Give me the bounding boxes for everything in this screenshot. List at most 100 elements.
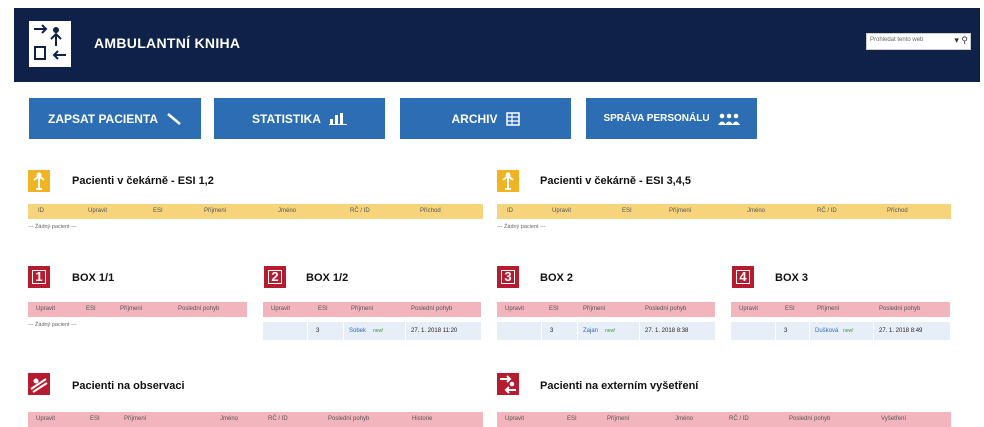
archiv-label: ARCHIV [451, 111, 498, 126]
col-esi: ESI [622, 208, 632, 214]
row-name-link[interactable]: Dušková [815, 328, 838, 334]
col-posledni-pohyb: Poslední pohyb [789, 416, 831, 422]
col-esi: ESI [86, 306, 96, 312]
sprava-personalu-label: SPRÁVA PERSONÁLU [603, 113, 710, 124]
col-esi: ESI [785, 306, 795, 312]
box-number: 2 [271, 269, 279, 284]
waiting-esi12-title: Pacienti v čekárně - ESI 1,2 [72, 175, 214, 187]
external-header: Upravit ESI Příjmení Jméno RČ / ID Posle… [497, 412, 951, 427]
col-upravit: Upravit [552, 208, 572, 214]
box-number: 1 [35, 269, 43, 284]
row-esi: 3 [784, 328, 788, 334]
sprava-personalu-button[interactable]: SPRÁVA PERSONÁLU [586, 98, 757, 139]
observation-header: Upravit ESI Příjmení Jméno RČ / ID Posle… [28, 412, 483, 427]
top-header: AMBULANTNÍ KNIHA Prohledat tento web ▾ ⚲ [14, 8, 980, 82]
search-icon[interactable]: ▾ ⚲ [954, 35, 968, 46]
cell-separator [809, 322, 810, 340]
bed-icon [28, 373, 50, 395]
table-row[interactable]: 3 Zajan new! 27. 1. 2018 8:38 [497, 322, 715, 340]
col-rc: RČ / ID [268, 416, 288, 422]
col-jmeno: Jméno [747, 208, 766, 214]
col-prijmeni: Příjmení [817, 306, 840, 312]
box-1-1-empty: --- Žádný pacient --- [28, 322, 77, 328]
row-name-link[interactable]: Zajan [583, 328, 598, 334]
col-prijmeni: Příjmení [124, 416, 147, 422]
col-posledni-pohyb: Poslední pohyb [328, 416, 370, 422]
archiv-button[interactable]: ARCHIV [400, 98, 571, 139]
app-logo-icon[interactable] [28, 20, 72, 68]
row-time: 27. 1. 2018 8:38 [645, 328, 689, 334]
box-3-header: Upravit ESI Příjmení Poslední pohyb [731, 302, 950, 317]
arrow-up-person-icon [28, 170, 50, 192]
statistika-button[interactable]: STATISTIKA [214, 98, 385, 139]
col-prichod: Příchod [420, 208, 441, 214]
col-prijmeni: Příjmení [669, 208, 692, 214]
col-esi: ESI [90, 416, 100, 422]
box-2-header: Upravit ESI Příjmení Poslední pohyb [497, 302, 715, 317]
box-1-1-header: Upravit ESI Příjmení Poslední pohyb [28, 302, 247, 317]
cell-separator [343, 322, 344, 340]
cell-separator [873, 322, 874, 340]
col-upravit: Upravit [36, 416, 56, 422]
transfer-icon [497, 373, 519, 395]
pen-icon [167, 112, 181, 125]
cell-separator [541, 322, 542, 340]
row-esi: 3 [316, 328, 320, 334]
col-prijmeni: Příjmení [607, 416, 630, 422]
col-jmeno: Jméno [220, 416, 239, 422]
col-posledni-pohyb: Poslední pohyb [879, 306, 921, 312]
box-1-2-header: Upravit ESI Příjmení Poslední pohyb [263, 302, 481, 317]
col-upravit: Upravit [739, 306, 759, 312]
col-esi: ESI [549, 306, 559, 312]
col-posledni-pohyb: Poslední pohyb [645, 306, 687, 312]
col-id: ID [507, 208, 513, 214]
waiting-esi12-empty: --- Žádný pacient --- [28, 224, 77, 230]
people-icon [717, 113, 740, 125]
col-rc: RČ / ID [817, 208, 837, 214]
observation-title: Pacienti na observaci [72, 380, 185, 392]
col-posledni-pohyb: Poslední pohyb [178, 306, 220, 312]
row-name-link[interactable]: Sobek [349, 328, 366, 334]
zapsat-pacienta-label: ZAPSAT PACIENTA [48, 111, 158, 126]
new-badge: new! [843, 328, 854, 334]
col-id: ID [38, 208, 44, 214]
col-prijmeni: Příjmení [351, 306, 374, 312]
row-esi: 3 [550, 328, 554, 334]
table-row[interactable]: 3 Sobek new! 27. 1. 2018 11:20 [263, 322, 481, 340]
row-time: 27. 1. 2018 8:49 [879, 328, 923, 334]
col-upravit: Upravit [271, 306, 291, 312]
col-prichod: Příchod [887, 208, 908, 214]
waiting-esi12-header: ID Upravit ESI Příjmení Jméno RČ / ID Př… [28, 204, 483, 219]
search-placeholder: Prohledat tento web [870, 37, 924, 43]
col-esi: ESI [153, 208, 163, 214]
col-prijmeni: Příjmení [204, 208, 227, 214]
box-number-icon: 1 [28, 266, 50, 288]
box-number-icon: 4 [732, 266, 754, 288]
statistika-label: STATISTIKA [252, 111, 321, 126]
zapsat-pacienta-button[interactable]: ZAPSAT PACIENTA [29, 98, 201, 139]
box-number-icon: 3 [497, 266, 519, 288]
box-number: 3 [504, 269, 512, 284]
grid-icon [505, 111, 520, 126]
col-esi: ESI [318, 306, 328, 312]
waiting-esi345-empty: --- Žádný pacient --- [497, 224, 546, 230]
cell-separator [639, 322, 640, 340]
col-jmeno: Jméno [675, 416, 694, 422]
col-esi: ESI [567, 416, 577, 422]
box-number: 4 [739, 269, 747, 284]
new-badge: new! [605, 328, 616, 334]
bar-chart-icon [328, 112, 347, 125]
external-title: Pacienti na externím vyšetření [540, 380, 699, 392]
table-row[interactable]: 3 Dušková new! 27. 1. 2018 8:49 [731, 322, 950, 340]
waiting-esi345-title: Pacienti v čekárně - ESI 3,4,5 [540, 175, 692, 187]
col-upravit: Upravit [505, 306, 525, 312]
arrow-up-person-icon [497, 170, 519, 192]
search-input[interactable]: Prohledat tento web ▾ ⚲ [866, 33, 971, 50]
box-1-2-title: BOX 1/2 [306, 272, 349, 284]
col-upravit: Upravit [505, 416, 525, 422]
waiting-esi345-header: ID Upravit ESI Příjmení Jméno RČ / ID Př… [497, 204, 951, 219]
box-3-title: BOX 3 [775, 272, 809, 284]
col-historie: Historie [412, 416, 433, 422]
row-time: 27. 1. 2018 11:20 [411, 328, 458, 334]
col-posledni-pohyb: Poslední pohyb [411, 306, 453, 312]
